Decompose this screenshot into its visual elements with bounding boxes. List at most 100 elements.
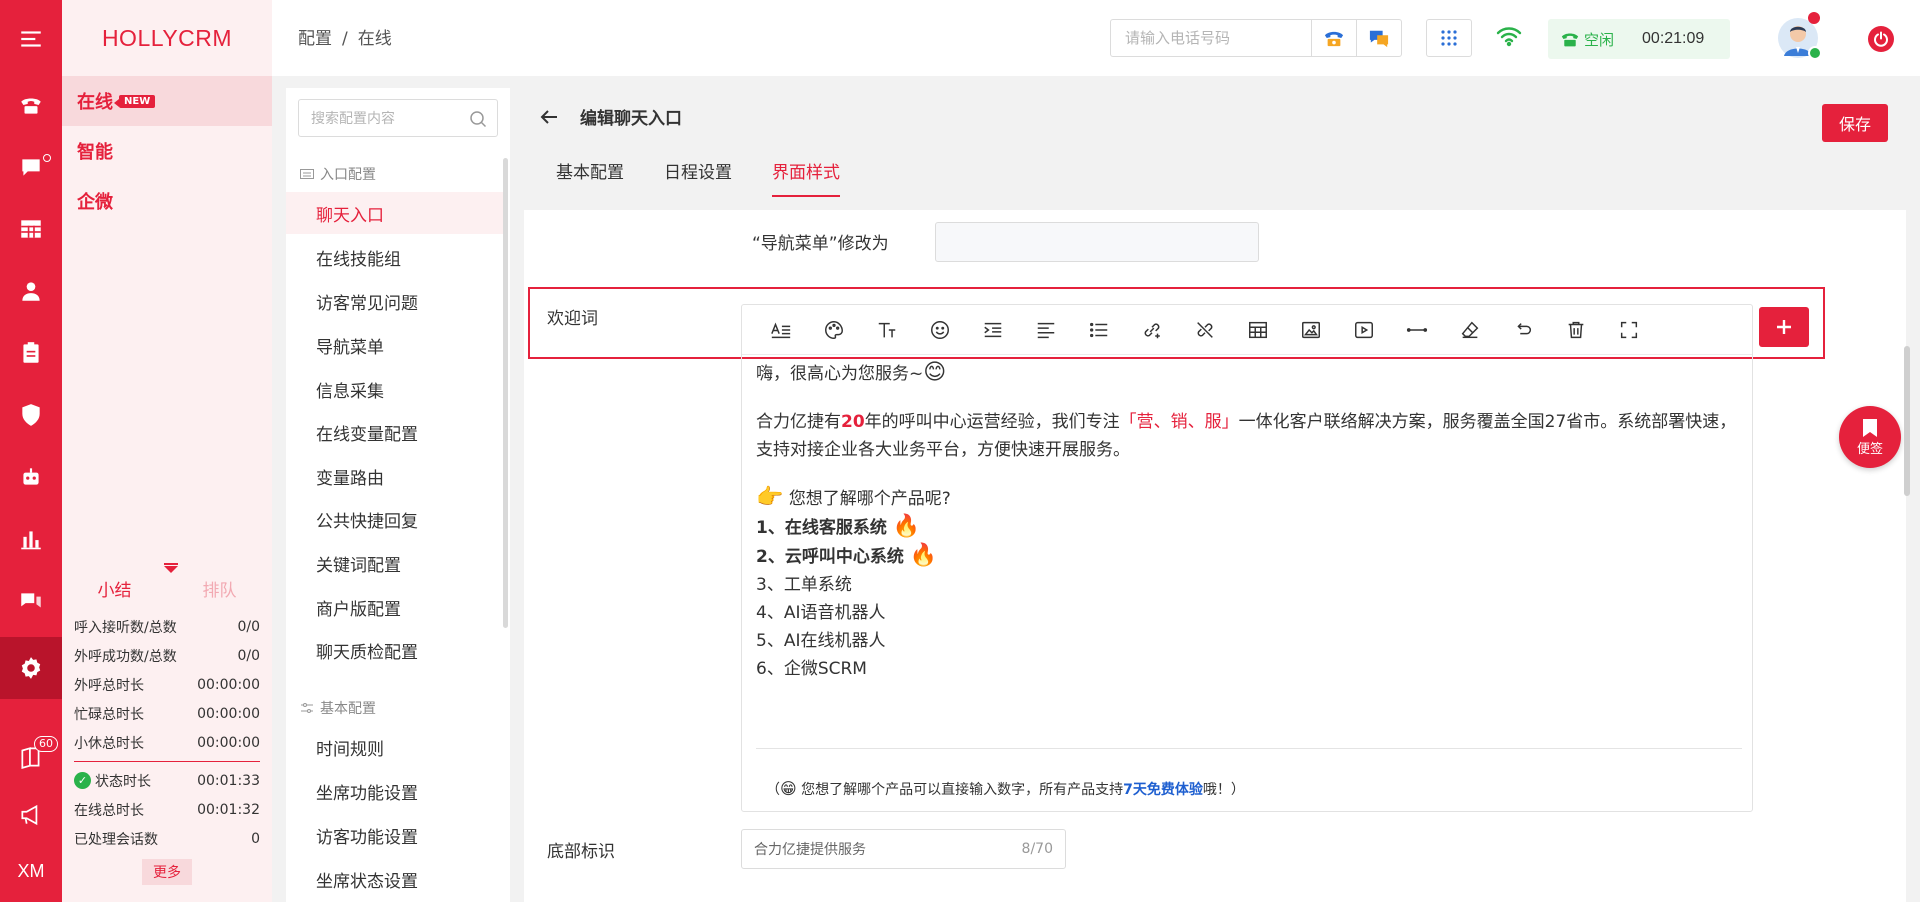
status-text: 空闲 [1584, 30, 1615, 49]
font-style-icon[interactable] [754, 315, 807, 345]
brand-logo: HOLLYCRM [101, 24, 233, 51]
collapse-arrow-icon[interactable] [164, 563, 178, 573]
back-arrow-icon[interactable] [540, 109, 558, 125]
bullet-list-icon[interactable] [1072, 315, 1125, 345]
stat-row: 呼入接听数/总数 0/0 [74, 618, 260, 636]
video-icon[interactable] [1337, 315, 1390, 345]
menu-toggle-icon[interactable] [0, 8, 62, 70]
agent-status[interactable]: 空闲 00:21:09 [1548, 19, 1730, 59]
config-item[interactable]: 公共快捷回复 [286, 498, 504, 540]
config-item[interactable]: 导航菜单 [286, 324, 504, 366]
list-item: 3、工单系统 [756, 575, 852, 595]
rich-text-editor[interactable]: 嗨，很高心为您服务~😊 合力亿捷有20年的呼叫中心运营经验，我们专注「营、销、服… [741, 304, 1753, 812]
smile-emoji-icon: 😊 [923, 360, 947, 385]
config-item[interactable]: 聊天质检配置 [286, 629, 504, 671]
dial-button[interactable] [1311, 20, 1356, 56]
message-button[interactable] [1356, 20, 1401, 56]
footer-text-input[interactable]: 合力亿捷提供服务 8/70 [741, 829, 1066, 869]
config-item[interactable]: 访客常见问题 [286, 280, 504, 322]
module-online[interactable]: 在线 NEW [62, 76, 272, 126]
align-left-icon[interactable] [1019, 315, 1072, 345]
config-item[interactable]: 商户版配置 [286, 586, 504, 628]
config-menu: 搜索配置内容 入口配置 聊天入口 在线技能组 访客常见问题 导航菜单 信息采集 … [286, 88, 510, 902]
unlink-icon[interactable] [1178, 315, 1231, 345]
config-item[interactable]: 信息采集 [286, 368, 504, 410]
phone-status-icon [1561, 33, 1579, 47]
stat-row: ✓ 状态时长 00:01:33 [62, 766, 272, 795]
phone-search [1110, 19, 1402, 57]
config-item[interactable]: 时间规则 [286, 726, 504, 768]
tab-bar: 基本配置 日程设置 界面样式 [556, 158, 880, 197]
config-item[interactable]: 访客功能设置 [286, 814, 504, 856]
config-search-input[interactable]: 搜索配置内容 [298, 99, 498, 137]
phone-input[interactable] [1111, 20, 1311, 56]
config-item[interactable]: 坐席状态设置 [286, 858, 504, 900]
divider [74, 761, 260, 762]
robot-icon[interactable] [0, 446, 62, 508]
list-item: 1、在线客服系统 🔥 [756, 514, 921, 539]
bar-chart-icon[interactable] [0, 508, 62, 570]
tab-queue[interactable]: 排队 [167, 576, 272, 601]
shield-icon[interactable] [0, 384, 62, 446]
chat-icon[interactable] [0, 136, 62, 198]
stat-row: 忙碌总时长 00:00:00 [74, 705, 260, 723]
greeting-line: 嗨，很高心为您服务~😊 [756, 360, 947, 385]
font-size-icon[interactable] [860, 315, 913, 345]
user-initials[interactable]: XM [0, 840, 62, 902]
editor-content[interactable]: 嗨，很高心为您服务~😊 合力亿捷有20年的呼叫中心运营经验，我们专注「营、销、服… [756, 359, 1746, 683]
book-icon[interactable]: 60 [0, 726, 62, 788]
insert-link-icon[interactable] [1125, 315, 1178, 345]
eraser-icon[interactable] [1443, 315, 1496, 345]
tab-basic[interactable]: 基本配置 [556, 158, 624, 197]
undo-icon[interactable] [1496, 315, 1549, 345]
config-item[interactable]: 变量路由 [286, 455, 504, 497]
page-scrollbar[interactable] [1904, 346, 1910, 496]
tab-schedule[interactable]: 日程设置 [664, 158, 732, 197]
clipboard-icon[interactable] [0, 322, 62, 384]
breadcrumb-item[interactable]: 配置 [298, 29, 332, 49]
tab-summary[interactable]: 小结 [62, 576, 167, 601]
user-icon[interactable] [0, 260, 62, 322]
tab-ui-style[interactable]: 界面样式 [772, 158, 840, 197]
palette-icon[interactable] [807, 315, 860, 345]
config-item-chat-entry[interactable]: 聊天入口 [286, 192, 504, 234]
indent-icon[interactable] [966, 315, 1019, 345]
telephone-icon [1324, 31, 1344, 47]
list-item: 2、云呼叫中心系统 🔥 [756, 543, 938, 568]
page-header: 编辑聊天入口 [540, 104, 682, 129]
sticky-note-button[interactable]: 便签 [1839, 406, 1901, 468]
table-icon[interactable] [1231, 315, 1284, 345]
power-icon[interactable] [1868, 26, 1894, 52]
message-board-icon[interactable] [0, 570, 62, 632]
apps-grid-button[interactable] [1426, 19, 1472, 57]
megaphone-icon[interactable] [0, 784, 62, 846]
list-item: 4、AI语音机器人 [756, 603, 886, 623]
avatar[interactable] [1778, 12, 1822, 60]
save-button[interactable]: 保存 [1822, 104, 1888, 142]
menu-group-entry: 入口配置 [300, 164, 376, 184]
dashboard-grid-icon[interactable] [0, 198, 62, 260]
keyboard-icon [300, 169, 314, 179]
fullscreen-icon[interactable] [1602, 315, 1655, 345]
stat-row: 外呼总时长 00:00:00 [74, 676, 260, 694]
config-item[interactable]: 在线变量配置 [286, 411, 504, 453]
horizontal-rule-icon[interactable] [1390, 315, 1443, 345]
config-item[interactable]: 坐席功能设置 [286, 770, 504, 812]
phone-icon[interactable] [0, 74, 62, 136]
more-button[interactable]: 更多 [142, 859, 192, 885]
image-icon[interactable] [1284, 315, 1337, 345]
menu-scrollbar[interactable] [503, 158, 508, 628]
settings-gear-icon[interactable] [0, 637, 62, 699]
list-item: 6、企微SCRM [756, 659, 867, 679]
question-line: 👉 您想了解哪个产品呢? [756, 485, 951, 510]
config-item[interactable]: 在线技能组 [286, 236, 504, 278]
emoji-icon[interactable] [913, 315, 966, 345]
config-item[interactable]: 关键词配置 [286, 542, 504, 584]
trash-icon[interactable] [1549, 315, 1602, 345]
stat-row: 小休总时长 00:00:00 [74, 734, 260, 752]
nav-menu-input[interactable] [935, 222, 1259, 262]
add-button[interactable] [1759, 307, 1809, 347]
module-wecom[interactable]: 企微 [62, 176, 272, 226]
module-intelligence[interactable]: 智能 [62, 126, 272, 176]
nav-menu-label: “导航菜单”修改为 [752, 234, 889, 254]
